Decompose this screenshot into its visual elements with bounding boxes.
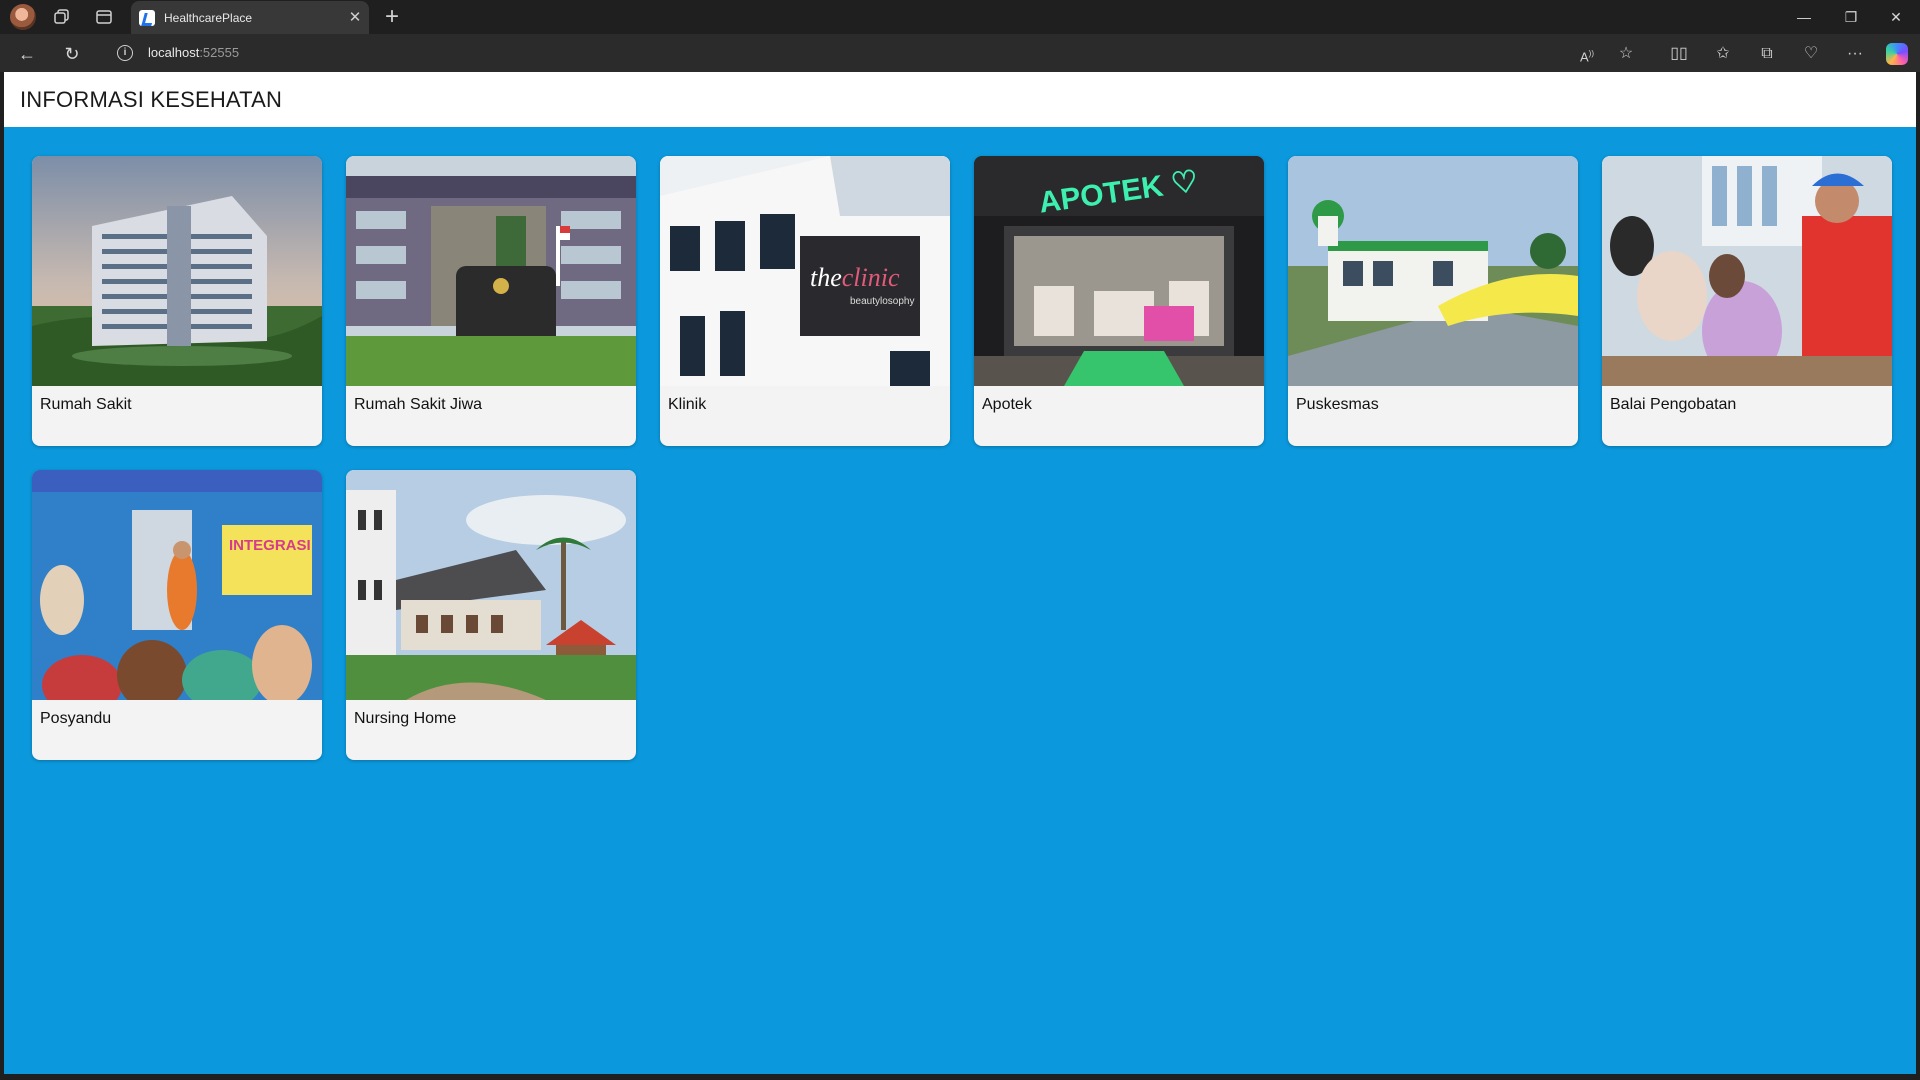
- new-tab-icon[interactable]: +: [380, 5, 404, 29]
- info-icon[interactable]: i: [117, 45, 133, 61]
- card-label: Apotek: [982, 396, 1032, 413]
- card-klinik[interactable]: theclinic beautylosophy Klinik: [660, 156, 950, 446]
- posyandu-image: INTEGRASI: [32, 470, 322, 700]
- card-label: Posyandu: [40, 710, 112, 727]
- page-viewport: INFORMASI KESEHATAN Rumah Sakit Rumah Sa…: [4, 72, 1916, 1074]
- site-favicon-icon: [139, 10, 155, 26]
- back-arrow-icon[interactable]: ←: [14, 41, 40, 67]
- card-balai-pengobatan[interactable]: Balai Pengobatan: [1602, 156, 1892, 446]
- browser-tab-bar: HealthcarePlace ✕ + — ❐ ✕: [0, 0, 1920, 34]
- apotek-image: APOTEK ♡: [974, 156, 1264, 386]
- more-options-icon[interactable]: ···: [1842, 41, 1868, 67]
- profile-avatar[interactable]: [10, 4, 36, 30]
- restore-window-icon[interactable]: ❐: [1829, 2, 1873, 32]
- tab-actions-icon[interactable]: [92, 5, 116, 29]
- card-rumah-sakit-jiwa[interactable]: Rumah Sakit Jiwa: [346, 156, 636, 446]
- browser-essentials-icon[interactable]: ♡: [1798, 41, 1824, 67]
- minimize-window-icon[interactable]: —: [1782, 2, 1826, 32]
- url-field[interactable]: localhost:52555: [148, 45, 239, 60]
- browser-tab-active[interactable]: HealthcarePlace ✕: [131, 1, 369, 34]
- card-apotek[interactable]: APOTEK ♡ Apotek: [974, 156, 1264, 446]
- star-icon[interactable]: ☆: [1613, 41, 1639, 67]
- klinik-sign-text: theclinic: [810, 263, 900, 292]
- rumah-sakit-jiwa-image: [346, 156, 636, 386]
- close-tab-icon[interactable]: ✕: [345, 8, 365, 28]
- card-puskesmas[interactable]: Puskesmas: [1288, 156, 1578, 446]
- favorites-icon[interactable]: ✩: [1710, 41, 1736, 67]
- read-aloud-icon[interactable]: A)): [1574, 41, 1600, 67]
- puskesmas-image: [1288, 156, 1578, 386]
- klinik-sign-subtext: beautylosophy: [850, 296, 915, 307]
- rumah-sakit-image: [32, 156, 322, 386]
- address-bar: ← ↻ i localhost:52555 A)) ☆ ▯▯ ✩ ⧉ ♡ ···: [0, 34, 1920, 72]
- balai-pengobatan-image: [1602, 156, 1892, 386]
- tab-title: HealthcarePlace: [164, 11, 253, 25]
- url-host: localhost: [148, 45, 200, 60]
- klinik-image: theclinic beautylosophy: [660, 156, 950, 386]
- close-window-icon[interactable]: ✕: [1874, 2, 1918, 32]
- posyandu-banner-text: INTEGRASI: [229, 537, 311, 554]
- card-label: Rumah Sakit: [40, 396, 132, 413]
- card-label: Klinik: [668, 396, 707, 413]
- card-label: Rumah Sakit Jiwa: [354, 396, 483, 413]
- refresh-icon[interactable]: ↻: [59, 41, 85, 67]
- card-label: Puskesmas: [1296, 396, 1379, 413]
- app-header: INFORMASI KESEHATAN: [4, 72, 1916, 127]
- card-nursing-home[interactable]: Nursing Home: [346, 470, 636, 760]
- nursing-home-image: [346, 470, 636, 700]
- card-posyandu[interactable]: INTEGRASI Posyandu: [32, 470, 322, 760]
- card-rumah-sakit[interactable]: Rumah Sakit: [32, 156, 322, 446]
- workspaces-icon[interactable]: [50, 5, 74, 29]
- card-label: Balai Pengobatan: [1610, 396, 1737, 413]
- collections-icon[interactable]: ⧉: [1754, 41, 1780, 67]
- page-title: INFORMASI KESEHATAN: [20, 87, 283, 112]
- card-label: Nursing Home: [354, 710, 457, 727]
- split-screen-icon[interactable]: ▯▯: [1666, 41, 1692, 67]
- copilot-icon[interactable]: [1886, 43, 1908, 65]
- url-port: :52555: [199, 45, 240, 60]
